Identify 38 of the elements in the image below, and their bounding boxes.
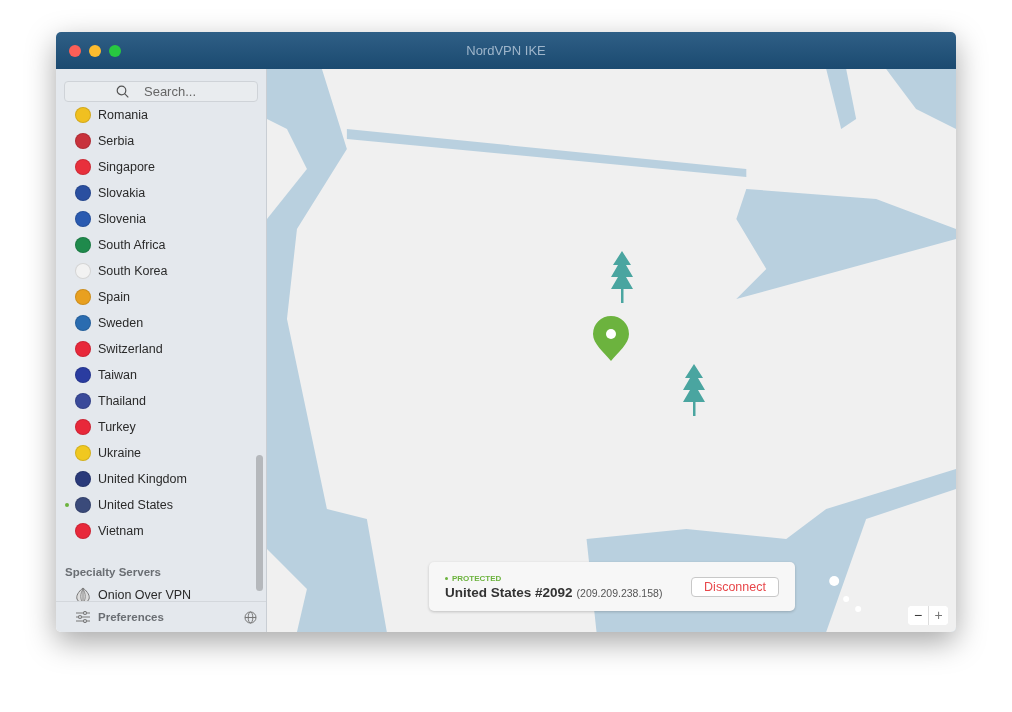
tree-icon [611, 251, 633, 303]
globe-icon[interactable] [244, 610, 257, 624]
search-field[interactable]: Search... [64, 81, 258, 102]
country-item[interactable]: Romania [56, 102, 266, 128]
country-item[interactable]: Sweden [56, 310, 266, 336]
location-pin-icon[interactable] [592, 316, 630, 361]
island-shape [829, 576, 840, 586]
country-item[interactable]: Serbia [56, 128, 266, 154]
country-item[interactable]: United States [56, 492, 266, 518]
country-item[interactable]: South Korea [56, 258, 266, 284]
window-title: NordVPN IKE [466, 43, 546, 58]
country-item[interactable]: Switzerland [56, 336, 266, 362]
country-item[interactable]: Slovenia [56, 206, 266, 232]
tree-icon [683, 364, 705, 416]
lake-shape [826, 69, 857, 129]
close-button[interactable] [69, 45, 81, 57]
section-heading: Specialty Servers [64, 565, 162, 580]
country-item[interactable]: Slovakia [56, 180, 266, 206]
zoom-button[interactable] [109, 45, 121, 57]
country-item[interactable]: Singapore [56, 154, 266, 180]
country-item[interactable]: Vietnam [56, 518, 266, 544]
country-item[interactable]: Ukraine [56, 440, 266, 466]
server-name: United States #2092 [445, 584, 573, 600]
country-item[interactable]: Turkey [56, 414, 266, 440]
specialty-item[interactable]: Onion Over VPN [56, 582, 266, 601]
search-icon [116, 85, 129, 98]
scrollbar[interactable] [256, 455, 263, 591]
status-label: PROTECTED [445, 573, 663, 583]
disconnect-button[interactable]: Disconnect [691, 576, 779, 597]
sliders-icon [76, 611, 90, 623]
country-item[interactable]: Spain [56, 284, 266, 310]
country-item[interactable]: South Africa [56, 232, 266, 258]
country-item[interactable]: Thailand [56, 388, 266, 414]
country-item[interactable]: United Kingdom [56, 466, 266, 492]
minimize-button[interactable] [89, 45, 101, 57]
ip-address: (209.209.238.158) [576, 586, 663, 599]
country-item[interactable]: Taiwan [56, 362, 266, 388]
preferences-link[interactable]: Preferences [98, 611, 236, 623]
